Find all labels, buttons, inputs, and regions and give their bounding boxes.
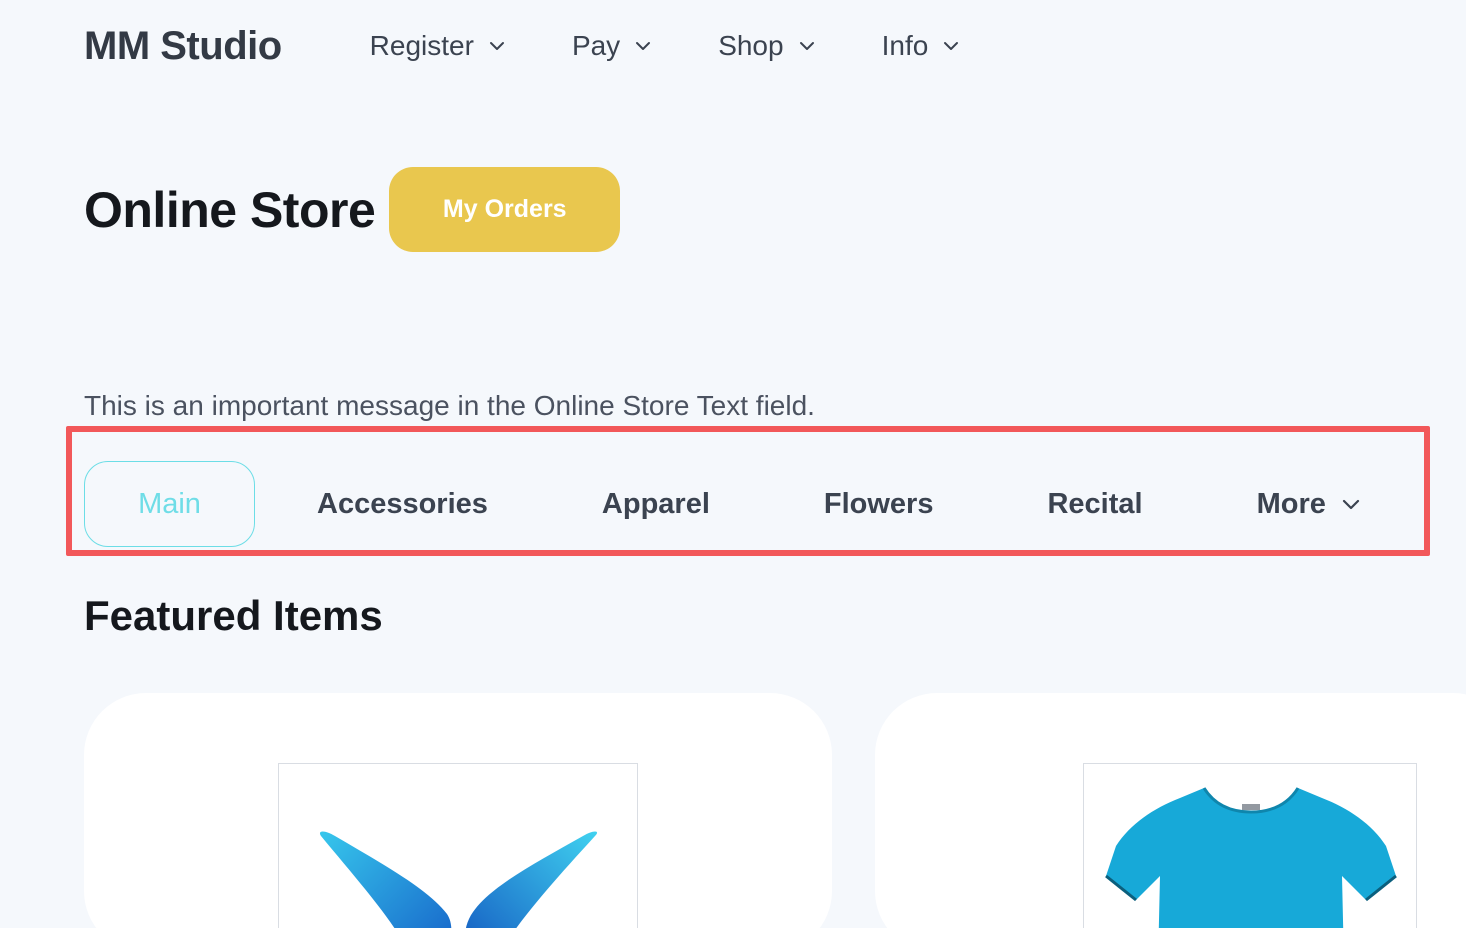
chevron-down-icon — [634, 37, 652, 55]
blue-tshirt-icon — [1105, 787, 1397, 928]
product-image[interactable] — [278, 763, 638, 928]
tab-accessories[interactable]: Accessories — [317, 488, 488, 521]
blue-wings-logo-icon — [320, 831, 598, 928]
product-card[interactable] — [84, 693, 832, 928]
page-title: Online Store — [84, 181, 376, 238]
title-row: Online Store My Orders — [84, 167, 621, 252]
main-nav: Register Pay Shop Info — [370, 30, 1027, 62]
tab-apparel[interactable]: Apparel — [602, 488, 710, 521]
chevron-down-icon — [488, 37, 506, 55]
chevron-down-icon — [1340, 493, 1362, 515]
tab-flowers[interactable]: Flowers — [824, 488, 934, 521]
chevron-down-icon — [942, 37, 960, 55]
nav-pay[interactable]: Pay — [572, 30, 652, 62]
tab-main[interactable]: Main — [84, 461, 255, 547]
product-image[interactable] — [1083, 763, 1417, 928]
nav-shop-label: Shop — [718, 30, 784, 61]
my-orders-button[interactable]: My Orders — [389, 167, 621, 252]
nav-info-label: Info — [881, 30, 929, 61]
store-message: This is an important message in the Onli… — [84, 390, 815, 421]
nav-pay-label: Pay — [571, 30, 621, 61]
chevron-down-icon — [798, 37, 816, 55]
nav-register-label: Register — [369, 30, 474, 61]
section-title-featured: Featured Items — [84, 592, 383, 639]
tab-more[interactable]: More — [1257, 488, 1362, 521]
nav-shop[interactable]: Shop — [718, 30, 815, 62]
brand-logo[interactable]: MM Studio — [84, 24, 282, 69]
category-tabs: Main Accessories Apparel Flowers Recital… — [84, 461, 1362, 547]
product-card[interactable] — [875, 693, 1466, 928]
online-store-page: MM Studio Register Pay Shop Info Online … — [0, 0, 1466, 928]
tab-more-label: More — [1256, 487, 1326, 520]
site-header: MM Studio Register Pay Shop Info — [84, 18, 1026, 74]
tab-recital[interactable]: Recital — [1047, 488, 1142, 521]
nav-info[interactable]: Info — [882, 30, 961, 62]
nav-register[interactable]: Register — [370, 30, 506, 62]
